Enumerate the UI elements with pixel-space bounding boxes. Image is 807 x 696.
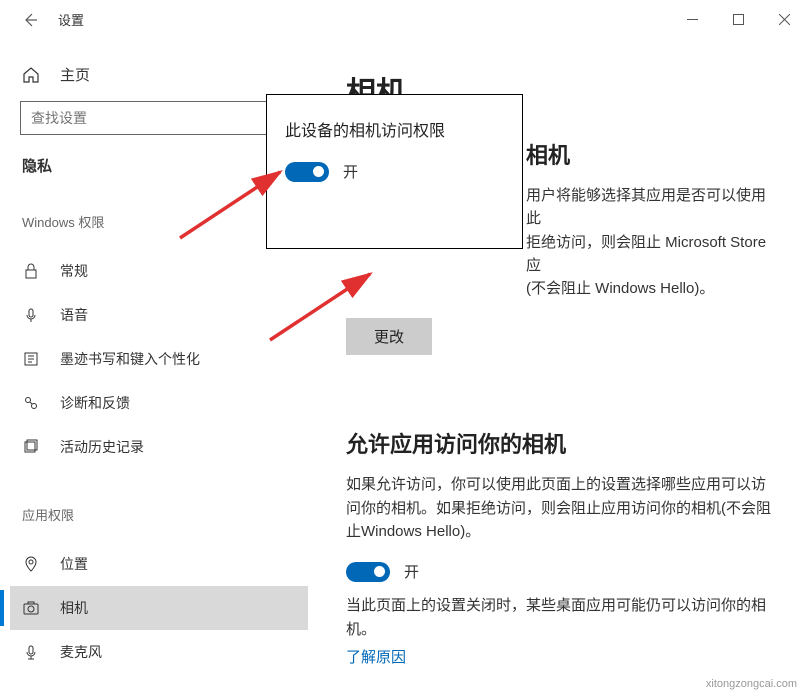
nav-label: 位置: [60, 554, 88, 574]
nav-location[interactable]: 位置: [20, 542, 308, 586]
camera-icon: [22, 599, 40, 617]
inking-icon: [22, 350, 40, 368]
nav-label: 语音: [60, 305, 88, 325]
device-camera-toggle[interactable]: [285, 162, 329, 182]
nav-speech[interactable]: 语音: [20, 293, 308, 337]
nav-label: 麦克风: [60, 642, 102, 662]
microphone-icon: [22, 643, 40, 661]
nav-label: 活动历史记录: [60, 437, 144, 457]
nav-general[interactable]: 常规: [20, 249, 308, 293]
back-button[interactable]: [20, 10, 40, 30]
home-nav[interactable]: 主页: [20, 64, 308, 85]
nav-label: 墨迹书写和键入个性化: [60, 349, 200, 369]
location-icon: [22, 555, 40, 573]
lock-icon: [22, 262, 40, 280]
camera-access-popup: 此设备的相机访问权限 开: [266, 94, 523, 249]
window-title: 设置: [58, 10, 84, 29]
nav-microphone[interactable]: 麦克风: [20, 630, 308, 674]
nav-diagnostics[interactable]: 诊断和反馈: [20, 381, 308, 425]
popup-toggle-label: 开: [343, 161, 358, 182]
search-input[interactable]: [31, 110, 277, 126]
speech-icon: [22, 306, 40, 324]
history-icon: [22, 438, 40, 456]
nav-inking[interactable]: 墨迹书写和键入个性化: [20, 337, 308, 381]
nav-activity[interactable]: 活动历史记录: [20, 425, 308, 469]
toggle-label: 开: [404, 561, 419, 582]
nav-camera[interactable]: 相机: [10, 586, 308, 630]
section2-body: 如果允许访问，你可以使用此页面上的设置选择哪些应用可以访问你的相机。如果拒绝访问…: [346, 473, 777, 543]
learn-more-link[interactable]: 了解原因: [346, 649, 406, 666]
search-box[interactable]: [20, 101, 308, 135]
popup-title: 此设备的相机访问权限: [285, 117, 504, 141]
nav-label: 相机: [60, 598, 88, 618]
app-perm-group: 应用权限: [22, 505, 308, 524]
feedback-icon: [22, 394, 40, 412]
privacy-section-label: 隐私: [20, 155, 308, 176]
home-label: 主页: [60, 64, 90, 85]
apps-access-toggle[interactable]: [346, 562, 390, 582]
watermark: xitongzongcai.com: [706, 678, 797, 690]
note-text: 当此页面上的设置关闭时，某些桌面应用可能仍可以访问你的相机。: [346, 594, 777, 642]
change-button[interactable]: 更改: [346, 318, 432, 355]
minimize-button[interactable]: [669, 4, 715, 36]
section2-heading: 允许应用访问你的相机: [346, 427, 777, 459]
home-icon: [22, 66, 40, 84]
maximize-button[interactable]: [715, 4, 761, 36]
nav-label: 常规: [60, 261, 88, 281]
nav-label: 诊断和反馈: [60, 393, 130, 413]
close-button[interactable]: [761, 4, 807, 36]
